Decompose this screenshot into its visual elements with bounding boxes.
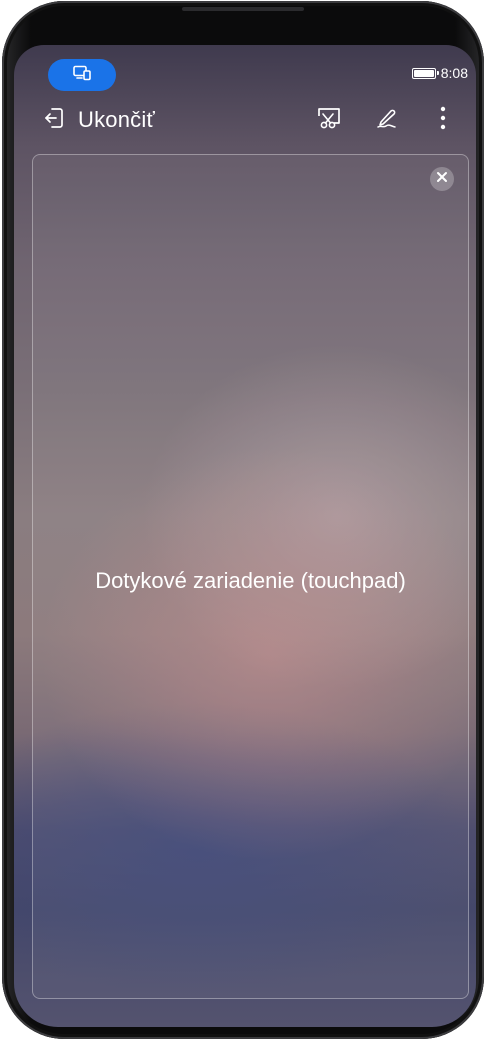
status-time: 8:08 <box>440 65 468 81</box>
close-icon <box>436 170 448 188</box>
screen: 8:08 Ukončiť Dotykové zariadenie (touchp… <box>14 45 476 1027</box>
toolbar: Ukončiť <box>14 97 476 143</box>
touchpad-label: Dotykové zariadenie (touchpad) <box>95 568 406 593</box>
screenshot-scissors-icon <box>316 106 342 135</box>
screen-projection-indicator[interactable] <box>48 59 116 91</box>
annotate-button[interactable] <box>370 103 404 137</box>
pen-icon <box>375 106 399 135</box>
touchpad-close-button[interactable] <box>430 167 454 191</box>
phone-earpiece <box>182 7 304 11</box>
screenshot-button[interactable] <box>312 103 346 137</box>
more-vertical-icon <box>439 105 447 136</box>
phone-frame: 8:08 Ukončiť Dotykové zariadenie (touchp… <box>2 1 484 1039</box>
exit-label: Ukončiť <box>78 107 155 132</box>
exit-button[interactable]: Ukončiť <box>44 101 155 139</box>
status-indicators: 8:08 <box>411 65 468 81</box>
exit-icon <box>44 107 64 134</box>
battery-icon <box>411 67 439 79</box>
screen-projection-icon <box>73 65 91 86</box>
more-options-button[interactable] <box>426 103 460 137</box>
status-bar: 8:08 <box>14 45 476 93</box>
touchpad-area[interactable]: Dotykové zariadenie (touchpad) <box>32 154 469 999</box>
